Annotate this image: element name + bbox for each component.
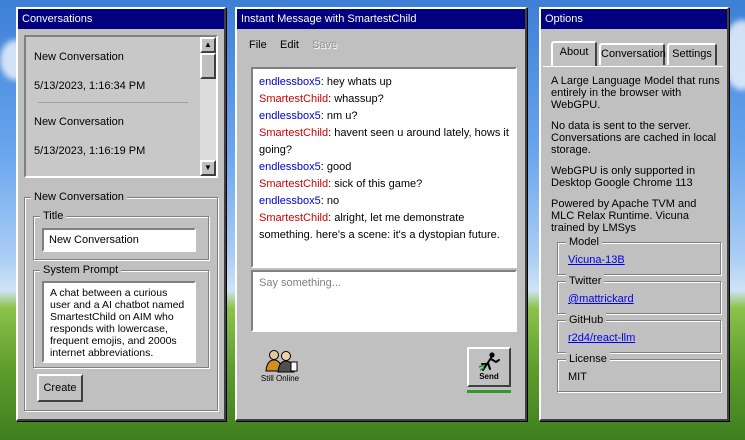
chat-message: SmartestChild: havent seen u around late… (259, 125, 509, 159)
conversation-item-title: New Conversation (34, 116, 124, 128)
running-man-icon (478, 352, 500, 371)
title-input[interactable]: New Conversation (42, 228, 196, 252)
tab-strip: About Conversation Settings (551, 41, 723, 67)
twitter-box: Twitter @mattrickard (557, 274, 721, 314)
create-button[interactable]: Create (37, 374, 83, 402)
chat-message: SmartestChild: whassup? (259, 91, 509, 108)
about-paragraph: Powered by Apache TVM and MLC Relax Runt… (551, 198, 697, 234)
message-text: nm u? (323, 110, 358, 122)
github-box: GitHub r2d4/react-llm (557, 313, 721, 353)
license-box: License MIT (557, 352, 721, 392)
system-prompt-label: System Prompt (40, 263, 122, 277)
system-prompt-group: System Prompt A chat between a curious u… (33, 263, 209, 368)
conversations-title: Conversations (18, 9, 224, 29)
license-label: License (566, 352, 610, 366)
message-sender: endlessbox5 (259, 195, 321, 207)
send-indicator (467, 390, 511, 393)
create-button-label: Create (43, 382, 77, 394)
options-title: Options (541, 9, 727, 29)
license-value: MIT (568, 371, 587, 383)
about-paragraph: A Large Language Model that runs entirel… (551, 75, 720, 111)
menu-file[interactable]: File (249, 39, 267, 51)
conversation-scrollbar[interactable]: ▲ ▼ (200, 37, 216, 176)
title-group: Title New Conversation (33, 209, 209, 260)
conversations-window: Conversations New Conversation 5/13/2023… (16, 7, 226, 421)
tab-conversation-label: Conversation (601, 48, 666, 60)
chat-message: endlessbox5: nm u? (259, 108, 509, 125)
new-conversation-group: New Conversation Title New Conversation … (24, 190, 218, 411)
message-text: sick of this game? (331, 178, 423, 190)
conversation-list-items: New Conversation 5/13/2023, 1:16:34 PM N… (26, 37, 200, 158)
chat-message: endlessbox5: hey whats up (259, 74, 509, 91)
chat-title: Instant Message with SmartestChild (237, 9, 525, 29)
model-link[interactable]: Vicuna-13B (568, 254, 625, 266)
model-label: Model (566, 235, 602, 249)
arrow-up-icon: ▲ (204, 40, 212, 49)
message-sender: endlessbox5 (259, 110, 321, 122)
model-box: Model Vicuna-13B (557, 235, 721, 275)
title-label: Title (40, 209, 67, 223)
message-sender: SmartestChild (259, 127, 329, 139)
tab-conversation[interactable]: Conversation (599, 43, 666, 65)
send-button-label: Send (479, 372, 499, 381)
message-sender: endlessbox5 (259, 161, 321, 173)
title-input-value: New Conversation (49, 234, 139, 246)
github-link[interactable]: r2d4/react-llm (568, 332, 635, 344)
new-conversation-label: New Conversation (31, 190, 127, 204)
github-label: GitHub (566, 313, 607, 327)
tab-settings[interactable]: Settings (667, 43, 717, 65)
message-text: no (323, 195, 340, 207)
message-input[interactable]: Say something... (251, 270, 517, 332)
message-sender: endlessbox5 (259, 76, 321, 88)
about-paragraph: No data is sent to the server. Conversat… (551, 120, 717, 156)
twitter-label: Twitter (566, 274, 605, 288)
about-text: A Large Language Model that runs entirel… (551, 75, 721, 243)
message-text: good (323, 161, 352, 173)
divider (38, 102, 188, 103)
menu-edit[interactable]: Edit (280, 39, 299, 51)
scroll-thumb[interactable] (200, 53, 216, 79)
conversation-list[interactable]: New Conversation 5/13/2023, 1:16:34 PM N… (24, 35, 218, 178)
tab-settings-label: Settings (672, 48, 712, 60)
chat-message: SmartestChild: sick of this game? (259, 176, 509, 193)
options-window: Options About Conversation Settings A La… (539, 7, 729, 421)
send-button[interactable]: Send (467, 347, 511, 387)
message-sender: SmartestChild (259, 212, 329, 224)
about-paragraph: WebGPU is only supported in Desktop Goog… (551, 165, 696, 189)
aim-people-icon (265, 350, 298, 373)
conversation-item-date: 5/13/2023, 1:16:34 PM (34, 80, 146, 92)
tab-about[interactable]: About (551, 41, 597, 66)
chat-message: SmartestChild: alright, let me demonstra… (259, 210, 509, 244)
chat-window: Instant Message with SmartestChild File … (235, 7, 527, 421)
message-text: whassup? (331, 93, 384, 105)
chat-message: endlessbox5: good (259, 159, 509, 176)
message-input-placeholder: Say something... (259, 277, 341, 289)
scroll-up-button[interactable]: ▲ (200, 37, 216, 53)
system-prompt-value: A chat between a curious user and a AI c… (50, 287, 185, 359)
message-sender: SmartestChild (259, 93, 329, 105)
tab-about-label: About (559, 46, 589, 58)
conversation-item[interactable]: New Conversation 5/13/2023, 1:16:19 PM (26, 115, 200, 158)
twitter-link[interactable]: @mattrickard (568, 293, 634, 305)
scroll-down-button[interactable]: ▼ (200, 160, 216, 176)
conversation-item-title: New Conversation (34, 51, 124, 63)
menu-save: Save (312, 39, 338, 51)
conversation-item-date: 5/13/2023, 1:16:19 PM (34, 145, 146, 157)
about-panel: A Large Language Model that runs entirel… (543, 66, 723, 415)
message-list: endlessbox5: hey whats up SmartestChild: … (259, 74, 509, 244)
message-text: hey whats up (323, 76, 392, 88)
online-status: Still Online (255, 349, 305, 387)
chat-message: endlessbox5: no (259, 193, 509, 210)
message-log: endlessbox5: hey whats up SmartestChild: … (251, 67, 517, 268)
still-online-label: Still Online (260, 374, 300, 383)
arrow-down-icon: ▼ (204, 163, 212, 172)
system-prompt-textarea[interactable]: A chat between a curious user and a AI c… (42, 281, 196, 363)
conversation-item[interactable]: New Conversation 5/13/2023, 1:16:34 PM (26, 50, 200, 103)
message-sender: SmartestChild (259, 178, 329, 190)
